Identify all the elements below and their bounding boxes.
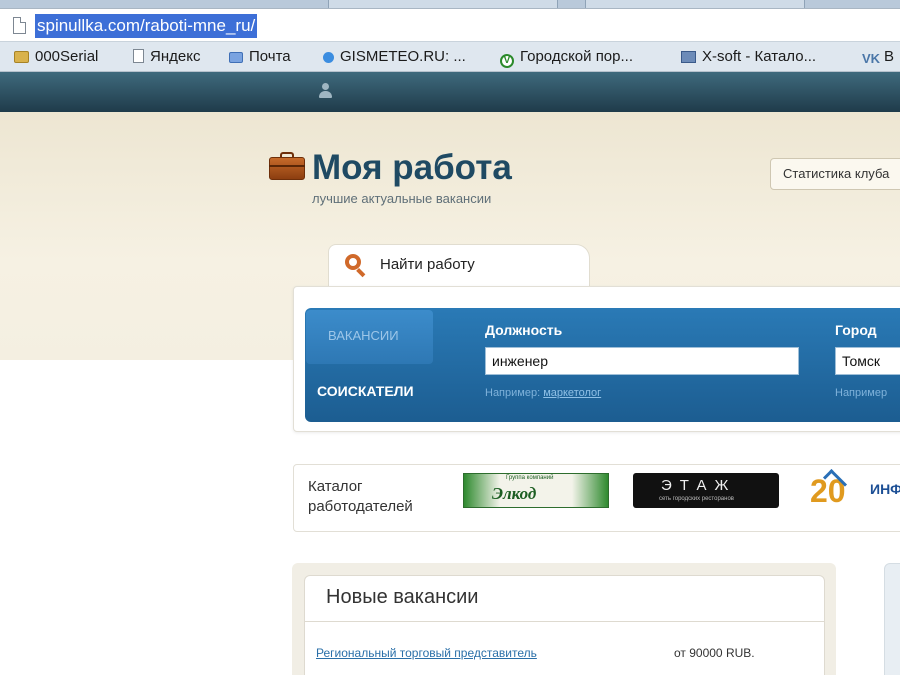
browser-tab-strip — [0, 0, 900, 8]
bookmark-label: X-soft - Катало... — [702, 48, 817, 65]
bookmark-label: Яндекс — [150, 48, 201, 65]
elkod-logo-small: Группа компаний — [506, 475, 554, 481]
employer-logo-elkod[interactable]: Группа компаний Элкод — [463, 473, 609, 508]
catalog-label-line: Каталог — [308, 478, 363, 495]
bookmark-city-portal[interactable]: V Городской пор... — [500, 46, 633, 68]
browser-window: spinullka.com/raboti-mne_ru/ 000Serial Я… — [0, 0, 900, 675]
employer-logo-inf[interactable]: 20 ИНФ — [810, 468, 900, 513]
bookmark-yandex[interactable]: Яндекс — [133, 46, 200, 68]
vacancy-salary: от 90000 RUB. — [674, 646, 755, 660]
catalog-label-line: работодателей — [308, 498, 413, 515]
new-vacancies-title: Новые вакансии — [326, 586, 479, 608]
position-hint-prefix: Например: — [485, 387, 541, 399]
position-label: Должность — [485, 322, 563, 338]
right-side-panel — [884, 563, 900, 675]
bookmark-000serial[interactable]: 000Serial — [14, 46, 98, 68]
position-input[interactable]: инженер — [485, 347, 799, 375]
bookmark-label: 000Serial — [35, 48, 99, 65]
page-icon — [133, 49, 144, 63]
search-icon — [345, 254, 367, 278]
city-label: Город — [835, 322, 877, 338]
position-hint-link[interactable]: маркетолог — [543, 387, 601, 399]
city-portal-icon: V — [500, 54, 514, 68]
divider — [304, 621, 825, 622]
browser-tab[interactable] — [328, 0, 558, 8]
site-logo-subtitle: лучшие актуальные вакансии — [312, 191, 492, 206]
bookmark-label: GISMETEO.RU: ... — [340, 48, 466, 65]
folder-icon — [14, 51, 29, 63]
bookmarks-bar: 000Serial Яндекс Почта GISMETEO.RU: ... … — [0, 42, 900, 72]
city-hint: Например — [835, 387, 888, 399]
employer-catalog-label[interactable]: Каталог работодателей — [308, 477, 413, 517]
position-hint: Например: маркетолог — [485, 387, 601, 399]
tab-seekers[interactable]: СОИСКАТЕЛИ — [317, 383, 414, 399]
bookmark-label: Почта — [249, 48, 291, 65]
etaz-logo-small: сеть городских ресторанов — [659, 496, 734, 502]
url-text[interactable]: spinullka.com/raboti-mne_ru/ — [35, 14, 258, 38]
browser-tab[interactable] — [585, 0, 805, 8]
bookmark-label: В — [884, 48, 895, 65]
vacancy-link[interactable]: Региональный торговый представитель — [316, 646, 537, 660]
briefcase-icon — [269, 152, 305, 180]
bookmark-mail[interactable]: Почта — [229, 46, 291, 68]
elkod-logo-text: Элкод — [492, 484, 537, 503]
bookmark-xsoft[interactable]: X-soft - Катало... — [681, 46, 816, 68]
stats-button[interactable]: Статистика клуба — [770, 158, 900, 190]
city-input[interactable]: Томск — [835, 347, 900, 375]
bookmark-vk[interactable]: VK В — [862, 46, 894, 68]
vk-icon: VK — [862, 51, 881, 66]
inf-logo-word: ИНФ — [870, 481, 900, 497]
tab-vacancies-label: ВАКАНСИИ — [328, 328, 399, 343]
page-icon — [13, 17, 26, 34]
mail-icon — [229, 52, 243, 63]
etaz-logo-text: ЭТАЖ — [661, 477, 737, 494]
user-icon[interactable] — [317, 83, 333, 99]
bookmark-label: Городской пор... — [520, 48, 633, 65]
xsoft-icon — [681, 51, 696, 63]
site-logo-title[interactable]: Моя работа — [312, 148, 512, 188]
address-bar[interactable]: spinullka.com/raboti-mne_ru/ — [0, 8, 900, 42]
find-job-tab-label: Найти работу — [380, 256, 475, 273]
employer-logo-etaz[interactable]: ЭТАЖ сеть городских ресторанов — [633, 473, 779, 508]
site-top-bar — [0, 72, 900, 112]
weather-icon — [323, 52, 334, 63]
bookmark-gismeteo[interactable]: GISMETEO.RU: ... — [323, 46, 466, 68]
